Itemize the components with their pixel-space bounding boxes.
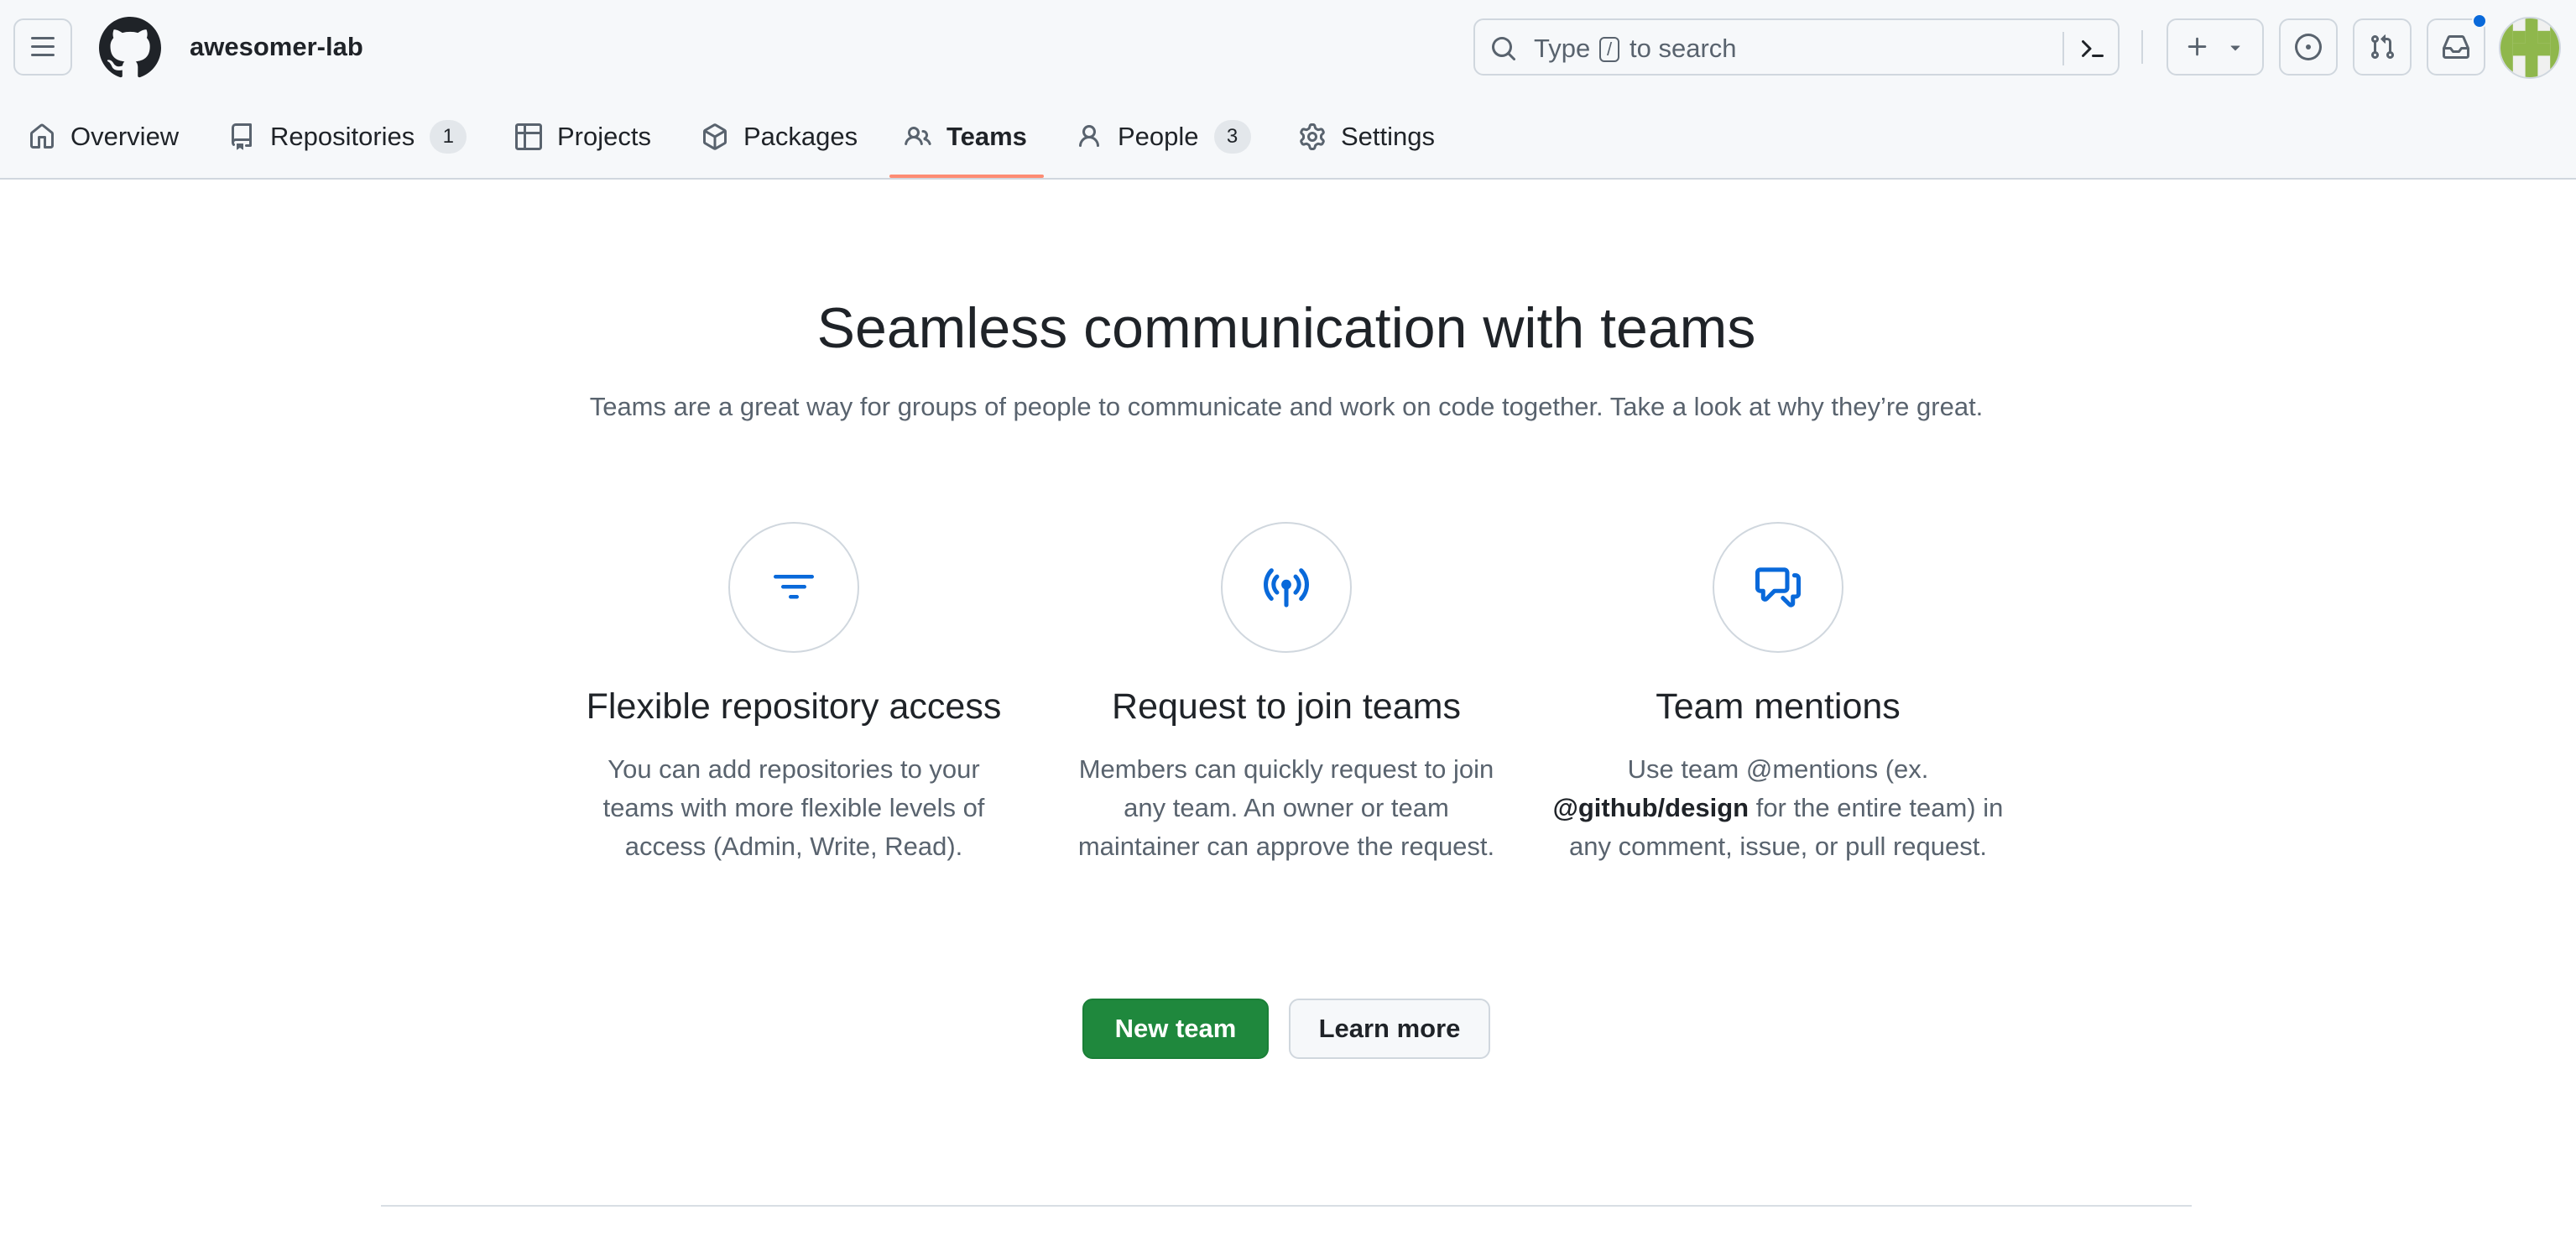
page-subtitle: Teams are a great way for groups of peop… (589, 392, 1984, 421)
org-nav-tabs: Overview Repositories 1 Projects Package… (0, 94, 2576, 180)
tab-label: Settings (1341, 122, 1436, 151)
people-icon (905, 123, 931, 150)
people-count-badge: 3 (1213, 120, 1251, 154)
person-icon (1076, 123, 1103, 150)
tab-label: Overview (70, 122, 180, 151)
team-mention-example: @github/design (1552, 793, 1749, 822)
github-mark-icon[interactable] (99, 17, 161, 79)
tab-settings[interactable]: Settings (1299, 116, 1435, 158)
menu-button[interactable] (13, 18, 72, 76)
issues-button[interactable] (2279, 18, 2338, 76)
tab-label: Teams (946, 122, 1027, 151)
home-icon (29, 123, 55, 150)
triangle-down-icon (2230, 45, 2240, 51)
inbox-icon (2443, 35, 2469, 59)
tab-overview[interactable]: Overview (29, 116, 179, 158)
feature-title: Flexible repository access (586, 686, 1002, 727)
filter-icon (774, 575, 814, 599)
unread-notification-dot (2472, 13, 2487, 29)
app-header: awesomer-lab Type / to search Overview R… (0, 0, 2576, 180)
three-bars-icon (31, 37, 55, 56)
tab-projects[interactable]: Projects (515, 116, 651, 158)
comment-discussion-icon (1755, 567, 1801, 608)
feature-icon-circle (1221, 522, 1352, 653)
selected-tab-indicator (889, 175, 1044, 178)
tab-label: People (1118, 122, 1199, 151)
pull-requests-button[interactable] (2353, 18, 2412, 76)
header-separator (2141, 30, 2143, 64)
avatar[interactable] (2499, 17, 2561, 79)
tab-label: Repositories (270, 122, 415, 151)
new-team-button[interactable]: New team (1082, 999, 1269, 1059)
feature-icon-circle (728, 522, 859, 653)
create-new-button[interactable] (2167, 18, 2264, 76)
section-divider (381, 1205, 2192, 1207)
identicon-avatar-icon (2500, 18, 2559, 77)
git-pull-request-icon (2370, 34, 2395, 60)
tab-packages[interactable]: Packages (701, 116, 858, 158)
table-icon (515, 123, 542, 150)
tab-label: Projects (557, 122, 651, 151)
feature-title: Request to join teams (1112, 686, 1461, 727)
org-name[interactable]: awesomer-lab (190, 29, 363, 65)
search-placeholder-prefix: Type (1534, 34, 1591, 63)
learn-more-button[interactable]: Learn more (1289, 999, 1490, 1059)
search-input[interactable]: Type / to search (1473, 18, 2120, 76)
repositories-count-badge: 1 (430, 120, 467, 154)
search-placeholder-suffix: to search (1630, 34, 1737, 63)
package-icon (701, 123, 728, 150)
tab-label: Packages (743, 122, 858, 151)
gear-icon (1299, 123, 1326, 150)
slash-key-hint: / (1599, 37, 1619, 62)
feature-description-pre: Use team @mentions (ex. (1627, 754, 1929, 784)
terminal-icon[interactable] (2078, 35, 2106, 62)
issue-opened-icon (2295, 34, 2322, 60)
repo-icon (228, 123, 255, 150)
page-title: Seamless communication with teams (816, 296, 1756, 360)
feature-description: Use team @mentions (ex. @github/design f… (1551, 750, 2005, 866)
feature-title: Team mentions (1656, 686, 1901, 727)
feature-description: You can add repositories to your teams w… (602, 754, 985, 861)
feature-description: Members can quickly request to join any … (1077, 754, 1495, 861)
search-divider (2062, 32, 2064, 65)
top-bar: awesomer-lab Type / to search (0, 0, 2576, 94)
tab-repositories[interactable]: Repositories 1 (228, 116, 467, 158)
plus-icon (2188, 37, 2207, 56)
tab-people[interactable]: People 3 (1076, 116, 1251, 158)
broadcast-icon (1264, 568, 1309, 608)
tab-teams[interactable]: Teams (905, 116, 1027, 158)
search-icon (1492, 37, 1516, 61)
feature-icon-circle (1713, 522, 1843, 653)
